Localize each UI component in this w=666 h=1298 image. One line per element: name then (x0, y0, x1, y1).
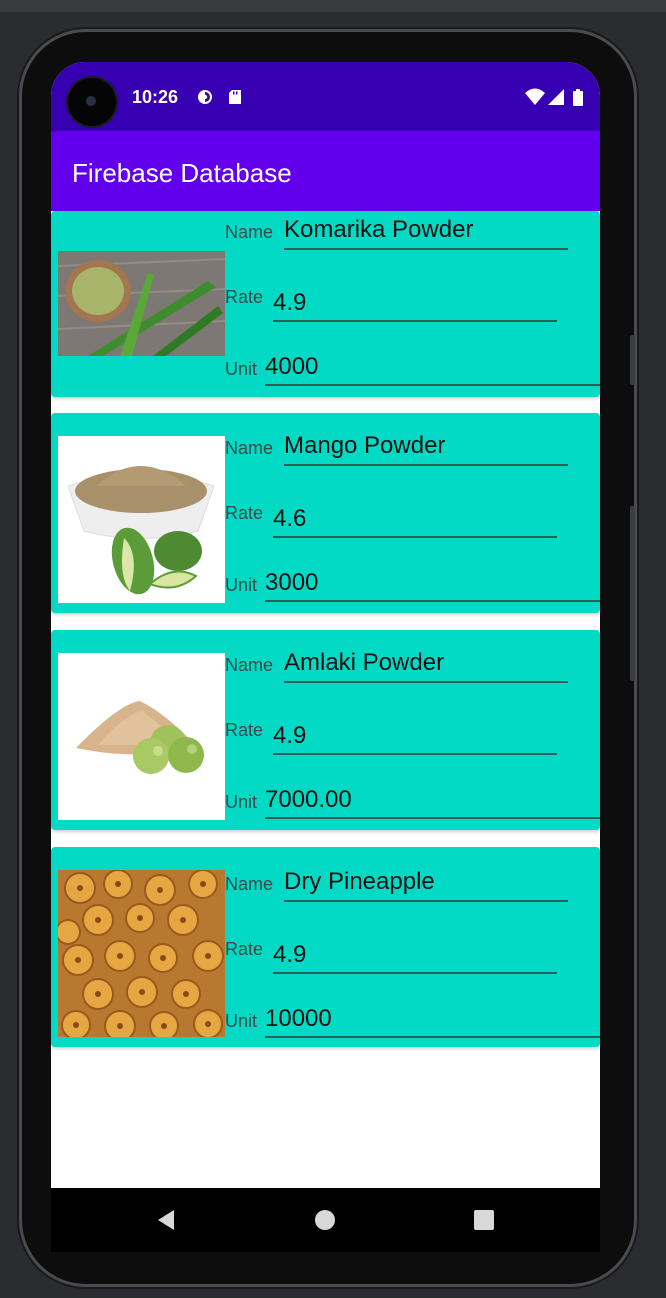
rate-value[interactable]: 4.9 (273, 941, 306, 969)
name-underline (284, 900, 568, 902)
rate-label: Rate (225, 939, 264, 959)
list-item[interactable]: Name Amlaki Powder Rate 4.9 Unit 7000.00 (51, 630, 600, 830)
back-icon[interactable] (152, 1206, 180, 1234)
status-bar: 10:26 (51, 62, 600, 131)
battery-icon (573, 89, 583, 106)
unit-underline (265, 600, 600, 602)
name-underline (284, 464, 568, 466)
unit-label: Unit (225, 1011, 258, 1031)
rate-label: Rate (225, 287, 264, 307)
rate-underline (273, 320, 557, 322)
power-button[interactable] (630, 335, 635, 385)
unit-value[interactable]: 4000 (265, 353, 318, 381)
name-underline (284, 681, 568, 683)
status-right-icons (524, 87, 588, 107)
unit-label: Unit (225, 359, 258, 379)
list-item[interactable]: Name Komarika Powder Rate 4.9 Unit 4000 (51, 211, 600, 397)
sd-card-icon (228, 89, 244, 105)
dry-pineapple-image (58, 870, 225, 1037)
rate-value[interactable]: 4.9 (273, 722, 306, 750)
unit-value[interactable]: 7000.00 (265, 786, 352, 814)
navigation-bar (51, 1188, 600, 1252)
home-icon[interactable] (311, 1206, 339, 1234)
front-camera (68, 78, 116, 126)
unit-label: Unit (225, 792, 258, 812)
mango-powder-image (58, 436, 225, 603)
volume-button[interactable] (630, 506, 635, 681)
app-title: Firebase Database (72, 158, 292, 188)
recents-icon[interactable] (470, 1206, 498, 1234)
status-time: 10:26 (132, 87, 179, 107)
name-value[interactable]: Komarika Powder (284, 216, 473, 244)
unit-value[interactable]: 10000 (265, 1005, 332, 1033)
name-label: Name (225, 874, 274, 894)
unit-value[interactable]: 3000 (265, 569, 318, 597)
name-label: Name (225, 655, 274, 675)
name-label: Name (225, 438, 274, 458)
name-value[interactable]: Dry Pineapple (284, 868, 435, 896)
name-value[interactable]: Amlaki Powder (284, 649, 444, 677)
komarika-powder-image (58, 251, 225, 356)
rate-label: Rate (225, 720, 264, 740)
rate-underline (273, 753, 557, 755)
rate-underline (273, 972, 557, 974)
unit-underline (265, 384, 600, 386)
name-underline (284, 248, 568, 250)
wifi-icon (525, 88, 545, 105)
screen: 10:26 Firebase Database Name Komarika Po… (51, 62, 600, 1188)
rate-label: Rate (225, 503, 264, 523)
unit-underline (265, 1036, 600, 1038)
unit-underline (265, 817, 600, 819)
rate-underline (273, 536, 557, 538)
name-value[interactable]: Mango Powder (284, 432, 445, 460)
app-bar: Firebase Database (51, 131, 600, 211)
unit-label: Unit (225, 575, 258, 595)
list-item[interactable]: Name Dry Pineapple Rate 4.9 Unit 10000 (51, 847, 600, 1047)
rate-value[interactable]: 4.6 (273, 505, 306, 533)
emulator-top-strip (0, 0, 666, 12)
amlaki-powder-image (58, 653, 225, 820)
sync-icon (197, 89, 213, 105)
rate-value[interactable]: 4.9 (273, 289, 306, 317)
list-item[interactable]: Name Mango Powder Rate 4.6 Unit 3000 (51, 413, 600, 613)
signal-icon (548, 89, 564, 105)
name-label: Name (225, 222, 274, 242)
